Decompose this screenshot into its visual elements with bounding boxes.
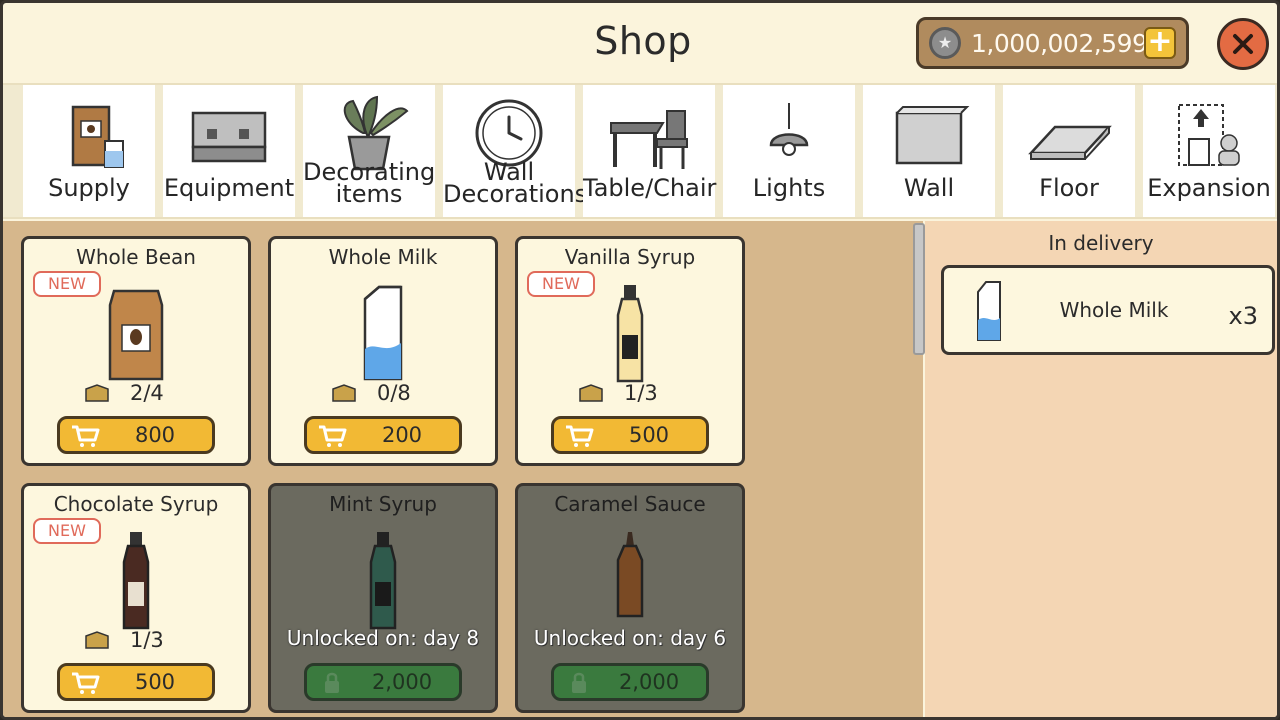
- delivery-title: In delivery: [1048, 231, 1154, 255]
- delivery-item-name: Whole Milk: [1059, 298, 1169, 322]
- product-name: Mint Syrup: [329, 492, 437, 516]
- star-coin-icon: ★: [929, 27, 961, 59]
- scrollbar[interactable]: [913, 223, 925, 355]
- unlock-condition: Unlocked on: day 8: [286, 626, 480, 650]
- header: Shop ★ 1,000,002,599 +: [3, 3, 1277, 83]
- product-name: Chocolate Syrup: [53, 492, 219, 516]
- tab-floor[interactable]: Floor: [1003, 85, 1135, 217]
- tab-label: Decorating items: [303, 158, 436, 208]
- espresso-machine-icon: [191, 111, 267, 163]
- buy-button[interactable]: 500: [551, 416, 709, 454]
- product-name: Vanilla Syrup: [564, 245, 696, 269]
- stock-count: 1/3: [624, 381, 658, 405]
- tab-label: Wall: [903, 174, 955, 202]
- tab-label: Wall Decorations: [443, 158, 588, 208]
- cart-icon: [566, 425, 594, 447]
- locked-buy-button: 2,000: [551, 663, 709, 701]
- close-button[interactable]: [1217, 18, 1269, 70]
- milk-carton-icon: [977, 281, 1001, 341]
- buy-button[interactable]: 800: [57, 416, 215, 454]
- tab-decorating-items[interactable]: Decorating items: [303, 85, 435, 217]
- coin-amount: 1,000,002,599: [971, 28, 1148, 58]
- product-card-whole-bean[interactable]: Whole Bean NEW 2/4 800: [21, 236, 251, 466]
- wall-panel-icon: [895, 106, 970, 165]
- tab-wall-decorations[interactable]: Wall Decorations: [443, 85, 588, 217]
- tab-label: Table/Chair: [583, 174, 717, 202]
- coin-balance: ★ 1,000,002,599 +: [916, 17, 1189, 69]
- product-name: Caramel Sauce: [554, 492, 706, 516]
- tab-supply[interactable]: Supply: [23, 85, 155, 217]
- cart-icon: [72, 425, 100, 447]
- tab-label: Equipment: [163, 174, 295, 202]
- box-icon: [85, 631, 109, 649]
- box-icon: [85, 384, 109, 402]
- supply-bag-icon: [71, 105, 124, 168]
- chocolate-syrup-bottle-icon: [122, 532, 150, 630]
- unlock-condition: Unlocked on: day 6: [533, 626, 727, 650]
- tab-table-chair[interactable]: Table/Chair: [583, 85, 717, 217]
- product-card-caramel-sauce: Caramel Sauce Unlocked on: day 6 2,000: [515, 483, 745, 713]
- caramel-sauce-bottle-icon: [616, 532, 644, 618]
- tab-lights[interactable]: Lights: [723, 85, 855, 217]
- tab-label: Supply: [48, 174, 130, 202]
- box-icon: [579, 384, 603, 402]
- shop-window: Shop ★ 1,000,002,599 + Supply Equipment …: [0, 0, 1280, 720]
- product-name: Whole Milk: [328, 245, 438, 269]
- cart-icon: [72, 672, 100, 694]
- floor-tile-icon: [1028, 125, 1112, 160]
- close-icon: [1233, 34, 1253, 54]
- price: 200: [381, 423, 423, 447]
- price: 2,000: [371, 670, 433, 694]
- add-coins-button[interactable]: +: [1144, 27, 1176, 59]
- vanilla-syrup-bottle-icon: [616, 285, 644, 383]
- stock-info: 1/3: [84, 626, 204, 654]
- tab-label: Floor: [1039, 174, 1099, 202]
- product-card-mint-syrup: Mint Syrup Unlocked on: day 8 2,000: [268, 483, 498, 713]
- tab-label: Expansion: [1147, 174, 1271, 202]
- product-card-vanilla-syrup[interactable]: Vanilla Syrup NEW 1/3 500: [515, 236, 745, 466]
- box-icon: [332, 384, 356, 402]
- buy-button[interactable]: 500: [57, 663, 215, 701]
- expansion-icon: [1178, 104, 1240, 166]
- delivery-item: Whole Milk x3: [941, 265, 1275, 355]
- price: 500: [628, 423, 670, 447]
- stock-info: 0/8: [331, 379, 451, 407]
- page-title: Shop: [594, 19, 692, 63]
- delivery-panel: In delivery Whole Milk x3: [925, 221, 1277, 717]
- stock-count: 2/4: [130, 381, 164, 405]
- pendant-lamp-icon: [769, 103, 809, 156]
- product-card-whole-milk[interactable]: Whole Milk 0/8 200: [268, 236, 498, 466]
- tab-wall[interactable]: Wall: [863, 85, 995, 217]
- tab-equipment[interactable]: Equipment: [163, 85, 295, 217]
- price: 2,000: [618, 670, 680, 694]
- product-card-chocolate-syrup[interactable]: Chocolate Syrup NEW 1/3 500: [21, 483, 251, 713]
- lock-icon: [572, 672, 586, 693]
- milk-carton-icon: [363, 285, 403, 381]
- locked-buy-button: 2,000: [304, 663, 462, 701]
- tab-label: Lights: [752, 174, 826, 202]
- cart-icon: [319, 425, 347, 447]
- tab-expansion[interactable]: Expansion: [1143, 85, 1275, 217]
- coffee-bag-icon: [108, 289, 164, 381]
- lock-icon: [325, 672, 339, 693]
- price: 500: [134, 670, 176, 694]
- table-chair-icon: [610, 110, 688, 169]
- price: 800: [134, 423, 176, 447]
- delivery-item-qty: x3: [1228, 302, 1258, 330]
- mint-syrup-bottle-icon: [369, 532, 397, 630]
- stock-info: 1/3: [578, 379, 698, 407]
- stock-count: 0/8: [377, 381, 411, 405]
- buy-button[interactable]: 200: [304, 416, 462, 454]
- stock-count: 1/3: [130, 628, 164, 652]
- product-name: Whole Bean: [76, 245, 196, 269]
- category-tabs: Supply Equipment Decorating items Wall D…: [3, 83, 1277, 219]
- stock-info: 2/4: [84, 379, 204, 407]
